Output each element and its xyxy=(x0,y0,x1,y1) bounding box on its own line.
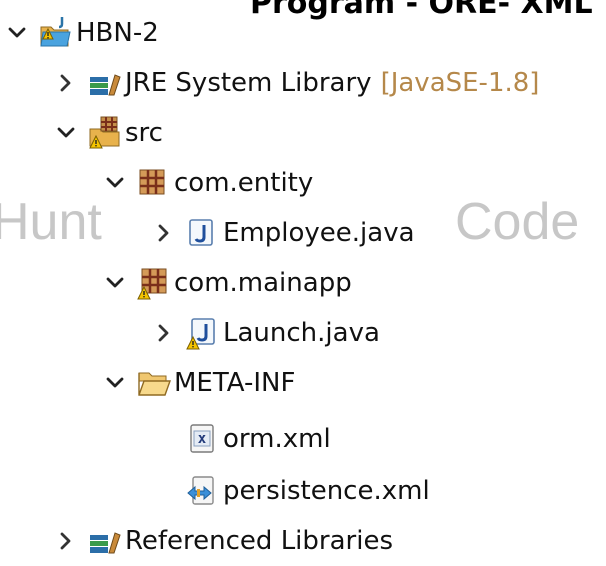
source-folder-icon xyxy=(87,115,123,151)
chevron-down-icon[interactable] xyxy=(104,272,126,294)
package-warning-icon xyxy=(136,265,172,301)
tree-node-label: HBN-2 xyxy=(76,18,159,48)
library-icon xyxy=(87,523,123,559)
tree-node-label: src xyxy=(125,118,163,148)
tree-node-label: META-INF xyxy=(174,368,296,398)
chevron-down-icon[interactable] xyxy=(6,22,28,44)
chevron-right-icon[interactable] xyxy=(153,222,175,244)
library-icon xyxy=(87,65,123,101)
open-folder-icon xyxy=(136,365,172,401)
tree-node-label: Launch.java xyxy=(223,318,380,348)
page-header-partial: Program - ORE- XML xyxy=(250,0,593,21)
tree-node-label: JRE System Library xyxy=(125,68,372,98)
watermark-left: Hunt xyxy=(0,193,102,251)
java-file-warning-icon xyxy=(185,315,221,351)
tree-node-label: com.entity xyxy=(174,168,314,198)
tree-node-referenced-libraries[interactable]: Referenced Libraries xyxy=(55,516,393,566)
java-file-icon xyxy=(185,215,221,251)
tree-node-persistence-xml[interactable]: persistence.xml xyxy=(153,466,430,516)
tree-node-package-entity[interactable]: com.entity xyxy=(104,158,313,208)
tree-node-meta-inf[interactable]: META-INF xyxy=(104,358,295,408)
svg-text:x: x xyxy=(198,431,207,447)
package-icon xyxy=(136,165,172,201)
xml-file-icon: x xyxy=(185,421,221,457)
project-folder-icon xyxy=(38,15,74,51)
chevron-down-icon[interactable] xyxy=(55,122,77,144)
chevron-right-icon[interactable] xyxy=(55,530,77,552)
tree-node-orm-xml[interactable]: x orm.xml xyxy=(153,414,331,464)
persistence-file-icon xyxy=(185,473,221,509)
tree-node-jre-library[interactable]: JRE System Library [JavaSE-1.8] xyxy=(55,58,539,108)
tree-node-label: com.mainapp xyxy=(174,268,352,298)
jre-version-decoration: [JavaSE-1.8] xyxy=(380,68,540,98)
watermark-right: Code xyxy=(455,193,580,251)
chevron-down-icon[interactable] xyxy=(104,172,126,194)
chevron-right-icon[interactable] xyxy=(55,72,77,94)
tree-node-launch-java[interactable]: Launch.java xyxy=(153,308,380,358)
chevron-right-icon[interactable] xyxy=(153,322,175,344)
tree-node-src[interactable]: src xyxy=(55,108,163,158)
tree-node-label: orm.xml xyxy=(223,424,331,454)
tree-node-label: Referenced Libraries xyxy=(125,526,393,556)
chevron-down-icon[interactable] xyxy=(104,372,126,394)
tree-node-package-mainapp[interactable]: com.mainapp xyxy=(104,258,352,308)
tree-node-label: Employee.java xyxy=(223,218,415,248)
tree-node-employee-java[interactable]: Employee.java xyxy=(153,208,415,258)
tree-node-label: persistence.xml xyxy=(223,476,430,506)
tree-node-project[interactable]: HBN-2 xyxy=(6,8,159,58)
